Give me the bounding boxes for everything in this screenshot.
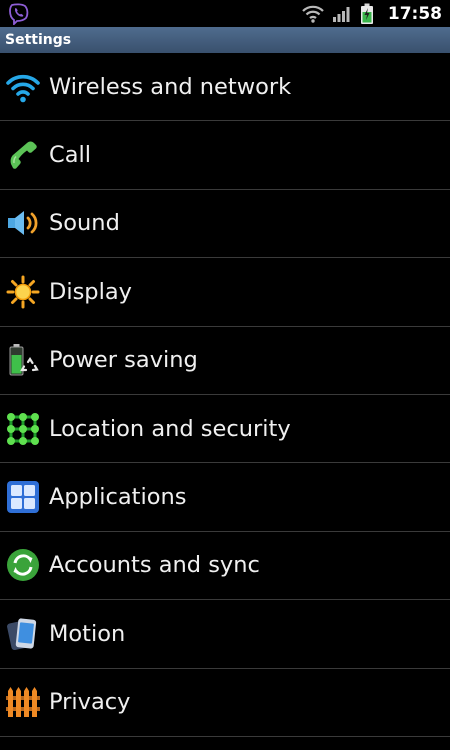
settings-list: Wireless and network Call Sound Display … xyxy=(0,53,450,737)
motion-phone-icon xyxy=(6,617,40,651)
settings-item-label: Privacy xyxy=(49,689,131,716)
settings-item-label: Applications xyxy=(49,484,187,511)
wifi-signal-icon xyxy=(302,5,324,23)
settings-item-privacy[interactable]: Privacy xyxy=(0,669,450,737)
phone-handset-icon xyxy=(6,138,40,172)
settings-item-label: Location and security xyxy=(49,415,291,442)
settings-item-call[interactable]: Call xyxy=(0,121,450,190)
speaker-icon xyxy=(6,206,40,240)
settings-item-sound[interactable]: Sound xyxy=(0,190,450,259)
settings-item-location-and-security[interactable]: Location and security xyxy=(0,395,450,464)
status-icons: 17:58 xyxy=(302,0,442,27)
page-title: Settings xyxy=(0,27,450,53)
viber-icon xyxy=(8,3,30,25)
status-bar: 17:58 xyxy=(0,0,450,27)
app-grid-icon xyxy=(6,480,40,514)
battery-recycle-icon xyxy=(6,343,40,377)
wifi-icon xyxy=(6,70,40,104)
sync-icon xyxy=(6,548,40,582)
battery-charging-icon xyxy=(360,3,374,25)
pattern-lock-icon xyxy=(6,412,40,446)
sun-icon xyxy=(6,275,40,309)
fence-icon xyxy=(6,685,40,719)
settings-item-label: Power saving xyxy=(49,347,198,374)
settings-item-motion[interactable]: Motion xyxy=(0,600,450,669)
settings-item-label: Wireless and network xyxy=(49,73,292,100)
cell-signal-icon xyxy=(332,5,352,23)
settings-item-label: Display xyxy=(49,278,132,305)
settings-item-applications[interactable]: Applications xyxy=(0,463,450,532)
settings-item-wireless-and-network[interactable]: Wireless and network xyxy=(0,53,450,122)
settings-item-label: Accounts and sync xyxy=(49,552,260,579)
settings-item-power-saving[interactable]: Power saving xyxy=(0,327,450,395)
settings-item-label: Sound xyxy=(49,210,120,237)
settings-item-accounts-and-sync[interactable]: Accounts and sync xyxy=(0,532,450,601)
settings-item-label: Call xyxy=(49,142,92,169)
settings-item-display[interactable]: Display xyxy=(0,258,450,327)
clock-time: 17:58 xyxy=(387,3,442,24)
settings-item-label: Motion xyxy=(49,620,126,647)
